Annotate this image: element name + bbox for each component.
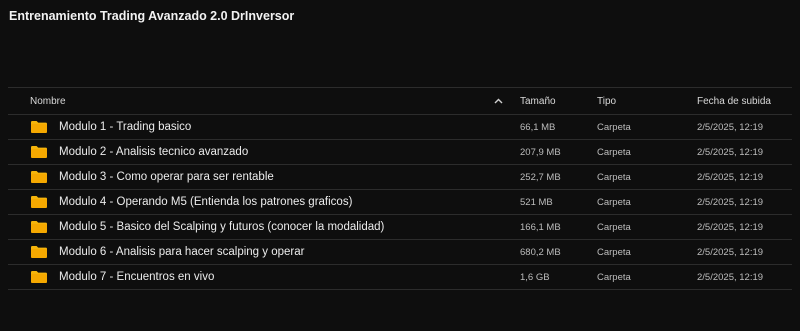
folder-type: Carpeta bbox=[597, 246, 631, 258]
folder-size: 252,7 MB bbox=[520, 171, 561, 183]
folder-name: Modulo 6 - Analisis para hacer scalping … bbox=[59, 246, 305, 258]
folder-name: Modulo 1 - Trading basico bbox=[59, 121, 192, 133]
upload-date: 2/5/2025, 12:19 bbox=[697, 146, 764, 158]
folder-size: 521 MB bbox=[520, 196, 553, 208]
upload-date: 2/5/2025, 12:19 bbox=[697, 271, 764, 283]
folder-size: 207,9 MB bbox=[520, 146, 561, 158]
table-row[interactable]: Modulo 4 - Operando M5 (Entienda los pat… bbox=[8, 190, 792, 215]
folder-icon bbox=[31, 265, 47, 289]
upload-date: 2/5/2025, 12:19 bbox=[697, 221, 764, 233]
table-row[interactable]: Modulo 5 - Basico del Scalping y futuros… bbox=[8, 215, 792, 240]
table-row[interactable]: Modulo 7 - Encuentros en vivo 1,6 GB Car… bbox=[8, 265, 792, 290]
table-row[interactable]: Modulo 1 - Trading basico 66,1 MB Carpet… bbox=[8, 115, 792, 140]
folder-icon bbox=[31, 115, 47, 139]
folder-icon bbox=[31, 165, 47, 189]
folder-type: Carpeta bbox=[597, 171, 631, 183]
folder-size: 1,6 GB bbox=[520, 271, 550, 283]
table-row[interactable]: Modulo 3 - Como operar para ser rentable… bbox=[8, 165, 792, 190]
folder-name: Modulo 3 - Como operar para ser rentable bbox=[59, 171, 274, 183]
upload-date: 2/5/2025, 12:19 bbox=[697, 171, 764, 183]
upload-date: 2/5/2025, 12:19 bbox=[697, 246, 764, 258]
folder-type: Carpeta bbox=[597, 196, 631, 208]
sort-ascending-icon[interactable] bbox=[494, 88, 503, 114]
table-row[interactable]: Modulo 6 - Analisis para hacer scalping … bbox=[8, 240, 792, 265]
column-header-size[interactable]: Tamaño bbox=[520, 88, 556, 114]
upload-date: 2/5/2025, 12:19 bbox=[697, 196, 764, 208]
folder-size: 66,1 MB bbox=[520, 121, 556, 133]
folder-type: Carpeta bbox=[597, 146, 631, 158]
folder-type: Carpeta bbox=[597, 121, 631, 133]
column-header-name[interactable]: Nombre bbox=[30, 88, 66, 114]
page-title: Entrenamiento Trading Avanzado 2.0 DrInv… bbox=[9, 9, 295, 23]
folder-icon bbox=[31, 215, 47, 239]
folder-size: 166,1 MB bbox=[520, 221, 561, 233]
folder-type: Carpeta bbox=[597, 221, 631, 233]
folder-type: Carpeta bbox=[597, 271, 631, 283]
upload-date: 2/5/2025, 12:19 bbox=[697, 121, 764, 133]
folder-icon bbox=[31, 240, 47, 264]
folder-name: Modulo 2 - Analisis tecnico avanzado bbox=[59, 146, 249, 158]
table-header: Nombre Tamaño Tipo Fecha de subida bbox=[8, 87, 792, 115]
folder-name: Modulo 4 - Operando M5 (Entienda los pat… bbox=[59, 196, 353, 208]
column-header-date[interactable]: Fecha de subida bbox=[697, 88, 771, 114]
folder-name: Modulo 7 - Encuentros en vivo bbox=[59, 271, 215, 283]
folder-name: Modulo 5 - Basico del Scalping y futuros… bbox=[59, 221, 385, 233]
file-table: Nombre Tamaño Tipo Fecha de subida Modul… bbox=[8, 87, 792, 290]
table-row[interactable]: Modulo 2 - Analisis tecnico avanzado 207… bbox=[8, 140, 792, 165]
folder-size: 680,2 MB bbox=[520, 246, 561, 258]
folder-icon bbox=[31, 190, 47, 214]
folder-icon bbox=[31, 140, 47, 164]
column-header-type[interactable]: Tipo bbox=[597, 88, 616, 114]
